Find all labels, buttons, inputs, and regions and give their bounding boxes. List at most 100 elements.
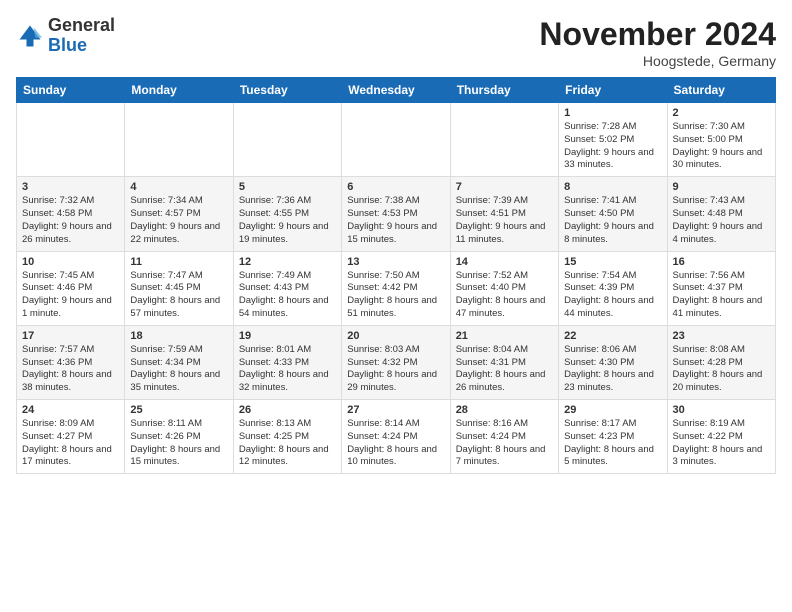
calendar-week-5: 24 Sunrise: 8:09 AM Sunset: 4:27 PM Dayli…	[17, 400, 776, 474]
calendar-cell: 30 Sunrise: 8:19 AM Sunset: 4:22 PM Dayli…	[667, 400, 775, 474]
day-number: 2	[673, 107, 770, 119]
day-info: Sunrise: 8:11 AM Sunset: 4:26 PM Dayligh…	[130, 418, 227, 469]
calendar-cell	[342, 103, 450, 177]
calendar-week-2: 3Sunrise: 7:32 AM Sunset: 4:58 PM Daylig…	[17, 177, 776, 251]
day-info: Sunrise: 7:59 AM Sunset: 4:34 PM Dayligh…	[130, 344, 227, 395]
logo-text: General Blue	[48, 16, 115, 56]
day-number: 30	[673, 404, 770, 416]
calendar-cell: 10 Sunrise: 7:45 AM Sunset: 4:46 PM Dayli…	[17, 251, 125, 325]
month-title: November 2024	[539, 16, 776, 53]
calendar-cell: 14 Sunrise: 7:52 AM Sunset: 4:40 PM Dayli…	[450, 251, 558, 325]
logo-blue: Blue	[48, 36, 115, 56]
day-info: Sunrise: 8:01 AM Sunset: 4:33 PM Dayligh…	[239, 344, 336, 395]
logo-icon	[16, 22, 44, 50]
calendar-cell: 27 Sunrise: 8:14 AM Sunset: 4:24 PM Dayli…	[342, 400, 450, 474]
weekday-header-row: SundayMondayTuesdayWednesdayThursdayFrid…	[17, 78, 776, 103]
weekday-header-sunday: Sunday	[17, 78, 125, 103]
day-info: Sunrise: 8:16 AM Sunset: 4:24 PM Dayligh…	[456, 418, 553, 469]
day-info: Sunrise: 8:14 AM Sunset: 4:24 PM Dayligh…	[347, 418, 444, 469]
calendar-cell: 5Sunrise: 7:36 AM Sunset: 4:55 PM Daylig…	[233, 177, 341, 251]
day-info: Sunrise: 7:32 AM Sunset: 4:58 PM Dayligh…	[22, 195, 119, 246]
calendar-cell: 28 Sunrise: 8:16 AM Sunset: 4:24 PM Dayli…	[450, 400, 558, 474]
calendar-cell: 8 Sunrise: 7:41 AM Sunset: 4:50 PM Daylig…	[559, 177, 667, 251]
day-number: 6	[347, 181, 444, 193]
day-info: Sunrise: 7:30 AM Sunset: 5:00 PM Dayligh…	[673, 121, 770, 172]
day-info: Sunrise: 8:08 AM Sunset: 4:28 PM Dayligh…	[673, 344, 770, 395]
weekday-header-wednesday: Wednesday	[342, 78, 450, 103]
day-number: 15	[564, 256, 661, 268]
day-number: 11	[130, 256, 227, 268]
page-header: General Blue November 2024 Hoogstede, Ge…	[16, 16, 776, 69]
calendar-cell: 29 Sunrise: 8:17 AM Sunset: 4:23 PM Dayli…	[559, 400, 667, 474]
day-number: 21	[456, 330, 553, 342]
calendar-cell: 21Sunrise: 8:04 AM Sunset: 4:31 PM Dayli…	[450, 325, 558, 399]
day-number: 8	[564, 181, 661, 193]
weekday-header-monday: Monday	[125, 78, 233, 103]
calendar-cell: 7 Sunrise: 7:39 AM Sunset: 4:51 PM Daylig…	[450, 177, 558, 251]
weekday-header-tuesday: Tuesday	[233, 78, 341, 103]
day-info: Sunrise: 7:54 AM Sunset: 4:39 PM Dayligh…	[564, 270, 661, 321]
day-info: Sunrise: 7:39 AM Sunset: 4:51 PM Dayligh…	[456, 195, 553, 246]
calendar-cell	[233, 103, 341, 177]
calendar: SundayMondayTuesdayWednesdayThursdayFrid…	[16, 77, 776, 474]
day-number: 24	[22, 404, 119, 416]
day-number: 12	[239, 256, 336, 268]
day-info: Sunrise: 7:52 AM Sunset: 4:40 PM Dayligh…	[456, 270, 553, 321]
location: Hoogstede, Germany	[539, 53, 776, 69]
calendar-cell	[450, 103, 558, 177]
calendar-cell: 18 Sunrise: 7:59 AM Sunset: 4:34 PM Dayli…	[125, 325, 233, 399]
day-info: Sunrise: 7:50 AM Sunset: 4:42 PM Dayligh…	[347, 270, 444, 321]
day-info: Sunrise: 7:34 AM Sunset: 4:57 PM Dayligh…	[130, 195, 227, 246]
day-number: 29	[564, 404, 661, 416]
day-info: Sunrise: 7:41 AM Sunset: 4:50 PM Dayligh…	[564, 195, 661, 246]
calendar-cell: 11 Sunrise: 7:47 AM Sunset: 4:45 PM Dayli…	[125, 251, 233, 325]
day-info: Sunrise: 8:13 AM Sunset: 4:25 PM Dayligh…	[239, 418, 336, 469]
day-info: Sunrise: 7:45 AM Sunset: 4:46 PM Dayligh…	[22, 270, 119, 321]
calendar-cell: 15 Sunrise: 7:54 AM Sunset: 4:39 PM Dayli…	[559, 251, 667, 325]
calendar-cell: 17 Sunrise: 7:57 AM Sunset: 4:36 PM Dayli…	[17, 325, 125, 399]
day-info: Sunrise: 8:17 AM Sunset: 4:23 PM Dayligh…	[564, 418, 661, 469]
day-number: 10	[22, 256, 119, 268]
day-info: Sunrise: 7:47 AM Sunset: 4:45 PM Dayligh…	[130, 270, 227, 321]
day-number: 1	[564, 107, 661, 119]
day-number: 13	[347, 256, 444, 268]
calendar-cell: 25 Sunrise: 8:11 AM Sunset: 4:26 PM Dayli…	[125, 400, 233, 474]
day-info: Sunrise: 7:56 AM Sunset: 4:37 PM Dayligh…	[673, 270, 770, 321]
title-block: November 2024 Hoogstede, Germany	[539, 16, 776, 69]
day-info: Sunrise: 7:43 AM Sunset: 4:48 PM Dayligh…	[673, 195, 770, 246]
day-info: Sunrise: 7:49 AM Sunset: 4:43 PM Dayligh…	[239, 270, 336, 321]
day-number: 20	[347, 330, 444, 342]
day-info: Sunrise: 8:06 AM Sunset: 4:30 PM Dayligh…	[564, 344, 661, 395]
calendar-cell: 2 Sunrise: 7:30 AM Sunset: 5:00 PM Daylig…	[667, 103, 775, 177]
day-info: Sunrise: 8:09 AM Sunset: 4:27 PM Dayligh…	[22, 418, 119, 469]
day-number: 16	[673, 256, 770, 268]
weekday-header-friday: Friday	[559, 78, 667, 103]
day-number: 7	[456, 181, 553, 193]
day-number: 22	[564, 330, 661, 342]
weekday-header-thursday: Thursday	[450, 78, 558, 103]
calendar-week-3: 10 Sunrise: 7:45 AM Sunset: 4:46 PM Dayli…	[17, 251, 776, 325]
calendar-cell	[125, 103, 233, 177]
weekday-header-saturday: Saturday	[667, 78, 775, 103]
day-info: Sunrise: 8:19 AM Sunset: 4:22 PM Dayligh…	[673, 418, 770, 469]
calendar-week-4: 17 Sunrise: 7:57 AM Sunset: 4:36 PM Dayli…	[17, 325, 776, 399]
day-info: Sunrise: 7:57 AM Sunset: 4:36 PM Dayligh…	[22, 344, 119, 395]
day-number: 5	[239, 181, 336, 193]
day-number: 19	[239, 330, 336, 342]
day-number: 25	[130, 404, 227, 416]
day-number: 14	[456, 256, 553, 268]
calendar-cell: 26Sunrise: 8:13 AM Sunset: 4:25 PM Dayli…	[233, 400, 341, 474]
calendar-cell: 12 Sunrise: 7:49 AM Sunset: 4:43 PM Dayli…	[233, 251, 341, 325]
calendar-cell: 1Sunrise: 7:28 AM Sunset: 5:02 PM Daylig…	[559, 103, 667, 177]
day-number: 17	[22, 330, 119, 342]
calendar-cell: 3Sunrise: 7:32 AM Sunset: 4:58 PM Daylig…	[17, 177, 125, 251]
day-number: 23	[673, 330, 770, 342]
calendar-cell: 20Sunrise: 8:03 AM Sunset: 4:32 PM Dayli…	[342, 325, 450, 399]
day-number: 28	[456, 404, 553, 416]
day-number: 18	[130, 330, 227, 342]
calendar-cell: 23 Sunrise: 8:08 AM Sunset: 4:28 PM Dayli…	[667, 325, 775, 399]
day-number: 27	[347, 404, 444, 416]
day-info: Sunrise: 7:38 AM Sunset: 4:53 PM Dayligh…	[347, 195, 444, 246]
logo-general: General	[48, 16, 115, 36]
calendar-cell	[17, 103, 125, 177]
